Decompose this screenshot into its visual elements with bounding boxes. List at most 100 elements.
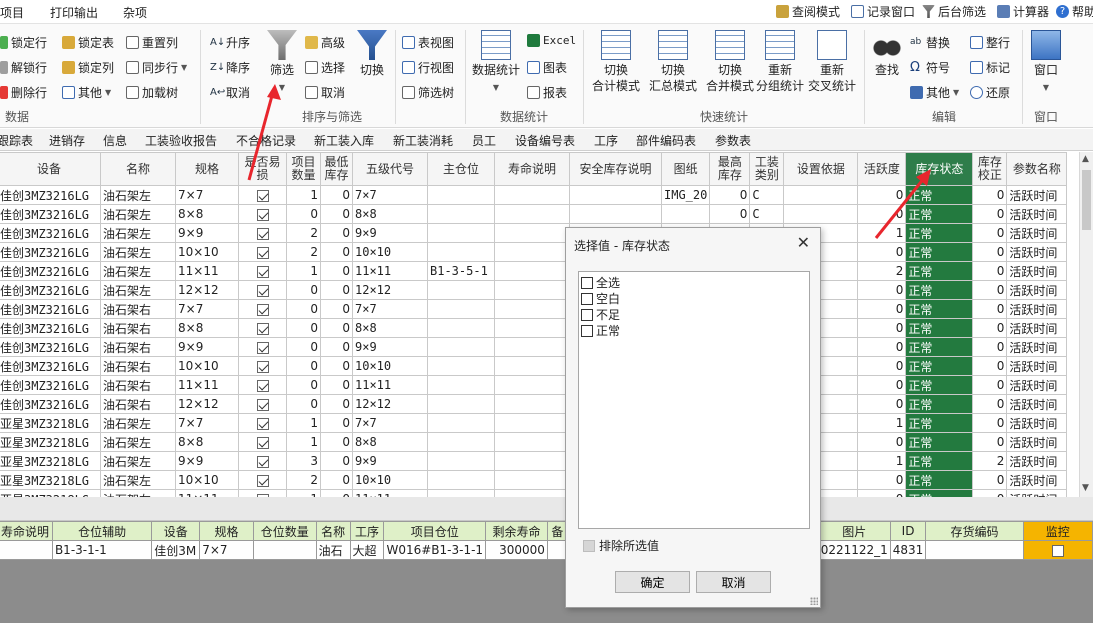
table-cell[interactable]: 油石架左 [100,489,176,497]
column-header[interactable]: 设备 [0,152,101,186]
lock-column-button[interactable]: 锁定列 [62,59,114,76]
table-cell[interactable]: 9×9 [175,223,239,243]
table-row[interactable]: 佳创3MZ3216LG 油石架左 7×7 1 0 7×7 IMG_20 0 C 0 正常 0 活跃时间 [0,185,1068,205]
table-cell[interactable]: 10×10 [352,470,428,490]
detail-cell[interactable]: 0221122_1 [817,540,891,560]
table-cell[interactable] [427,356,495,376]
table-cell[interactable]: 0 [857,432,907,452]
checkbox[interactable] [256,436,269,449]
table-view-button[interactable]: 表视图 [402,34,454,51]
table-cell[interactable]: 8×8 [175,204,239,224]
table-cell[interactable] [494,223,570,243]
table-cell[interactable]: 活跃时间 [1006,280,1068,300]
table-cell[interactable]: 正常 [905,185,974,205]
table-cell[interactable]: 油石架右 [100,375,176,395]
checkbox[interactable] [581,276,593,289]
table-cell[interactable] [569,204,662,224]
scroll-down-icon[interactable]: ▼ [1082,483,1089,493]
table-cell[interactable]: 7×7 [175,413,239,433]
table-cell[interactable]: 0 [320,337,353,357]
table-cell[interactable]: 11×11 [175,489,239,497]
table-row[interactable]: 亚星3MZ3218LG 油石架左 7×7 1 0 7×7 1 正常 0 活跃时间 [0,413,1068,433]
checkbox[interactable] [581,324,593,337]
table-cell[interactable]: 佳创3MZ3216LG [0,356,101,376]
checkbox[interactable] [256,322,269,335]
table-cell[interactable]: 佳创3MZ3216LG [0,337,101,357]
table-cell[interactable]: 12×12 [352,280,428,300]
table-cell[interactable]: 亚星3MZ3218LG [0,413,101,433]
table-cell[interactable]: 1 [286,261,321,281]
table-cell[interactable] [494,432,570,452]
table-cell[interactable]: 佳创3MZ3216LG [0,375,101,395]
table-cell[interactable] [783,204,859,224]
table-cell[interactable]: 油石架左 [100,432,176,452]
vertical-scrollbar[interactable]: ▲ ▼ [1079,152,1093,497]
table-cell[interactable]: 活跃时间 [1006,318,1068,338]
table-cell[interactable]: 11×11 [175,375,239,395]
table-cell[interactable] [238,223,287,243]
table-cell[interactable]: 正常 [905,223,974,243]
table-cell[interactable]: 3 [286,451,321,471]
help-button[interactable]: ? 帮助 [1056,3,1093,20]
table-cell[interactable]: 10×10 [352,242,428,262]
toggle-total-mode-button[interactable]: 切换 合计模式 [588,30,644,94]
checkbox[interactable] [256,474,269,487]
table-cell[interactable]: C [749,185,785,205]
table-cell[interactable]: 活跃时间 [1006,356,1068,376]
table-cell[interactable]: 1 [286,413,321,433]
table-cell[interactable]: 正常 [905,204,974,224]
table-cell[interactable]: 油石架左 [100,470,176,490]
table-cell[interactable]: 0 [320,242,353,262]
table-cell[interactable]: 活跃时间 [1006,242,1068,262]
table-cell[interactable]: 活跃时间 [1006,413,1068,433]
column-header[interactable]: 图纸 [660,152,711,186]
table-cell[interactable]: 佳创3MZ3216LG [0,280,101,300]
table-cell[interactable]: 油石架左 [100,204,176,224]
detail-column-header[interactable]: 监控 [1022,521,1093,541]
table-cell[interactable]: 油石架左 [100,185,176,205]
ok-button[interactable]: 确定 [615,571,690,593]
table-cell[interactable]: 油石架右 [100,337,176,357]
sort-ascending-button[interactable]: A↓ 升序 [210,34,250,51]
reset-column-button[interactable]: 重置列 [126,34,178,51]
sort-descending-button[interactable]: Z↓ 降序 [210,59,250,76]
detail-row[interactable]: B1-3-1-1 佳创3M 7×7 油石 大超 W016#B1-3-1-1 300000 02… [0,540,1093,560]
table-cell[interactable]: 0 [972,489,1008,497]
table-cell[interactable]: 活跃时间 [1006,204,1068,224]
column-header[interactable]: 寿命说明 [494,152,570,186]
find-button[interactable]: 查找 [870,30,904,78]
table-cell[interactable]: 9×9 [175,337,239,357]
table-cell[interactable] [427,432,495,452]
detail-cell[interactable]: W016#B1-3-1-1 [383,540,487,560]
table-cell[interactable]: 佳创3MZ3216LG [0,299,101,319]
checkbox[interactable] [1051,544,1064,557]
table-cell[interactable] [238,470,287,490]
table-cell[interactable]: 7×7 [352,413,428,433]
table-cell[interactable]: 活跃时间 [1006,470,1068,490]
close-icon[interactable]: ✕ [797,233,810,252]
symbol-button[interactable]: Ω 符号 [910,59,950,76]
exclude-selected-checkbox[interactable]: 排除所选值 [583,537,659,554]
table-cell[interactable]: 9×9 [175,451,239,471]
table-cell[interactable]: 11×11 [352,375,428,395]
table-cell[interactable] [427,470,495,490]
option-insufficient[interactable]: 不足 [581,306,620,323]
detail-column-header[interactable]: 仓位数量 [252,521,317,541]
edit-other-dropdown[interactable]: 其他 ▼ [910,84,959,101]
table-cell[interactable]: 佳创3MZ3216LG [0,394,101,414]
table-cell[interactable]: 0 [972,356,1008,376]
option-normal[interactable]: 正常 [581,322,620,339]
table-cell[interactable]: 活跃时间 [1006,375,1068,395]
checkbox[interactable] [256,360,269,373]
table-cell[interactable]: 0 [286,394,321,414]
table-cell[interactable]: 0 [857,242,907,262]
table-cell[interactable]: 10×10 [175,356,239,376]
checkbox[interactable] [256,398,269,411]
table-cell[interactable] [427,337,495,357]
table-cell[interactable] [494,242,570,262]
table-cell[interactable]: 0 [857,394,907,414]
table-cell[interactable] [427,451,495,471]
excel-button[interactable]: Excel [527,34,576,47]
filter-tree-button[interactable]: 筛选树 [402,84,454,101]
table-cell[interactable]: 10×10 [175,470,239,490]
